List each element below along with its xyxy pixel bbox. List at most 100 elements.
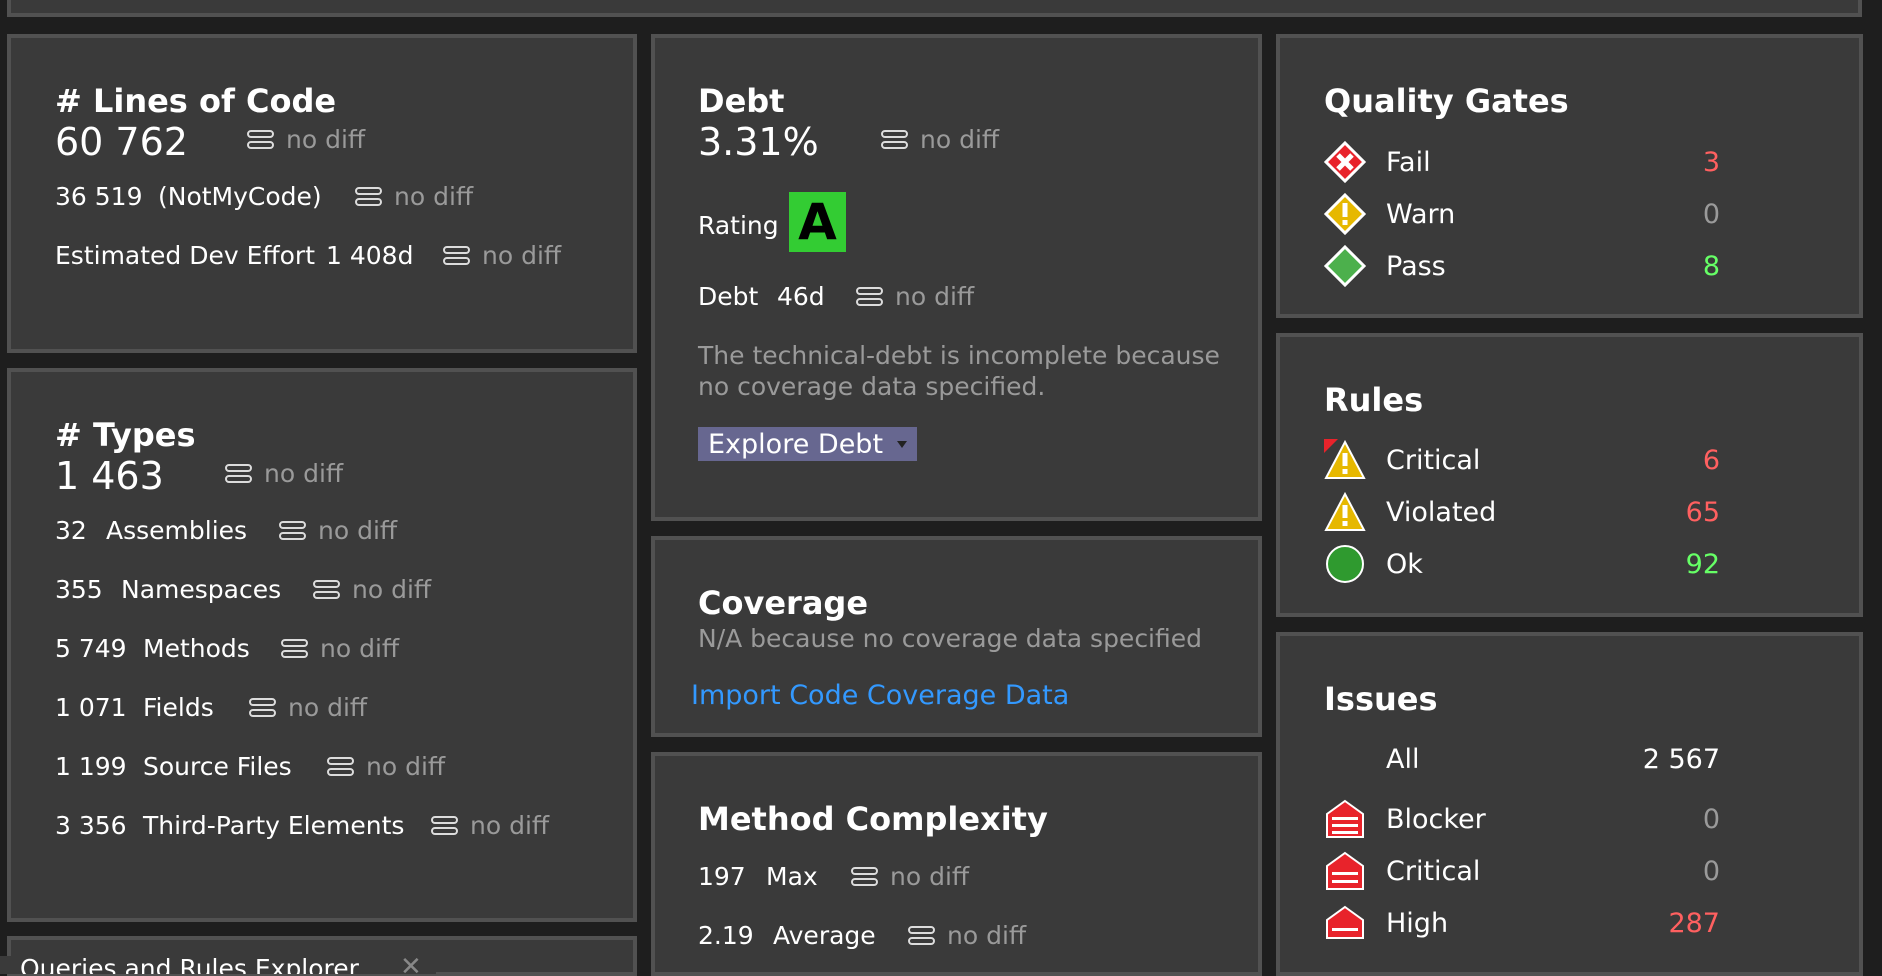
loc-value[interactable]: 60 762 <box>55 120 188 164</box>
complexity-max-diff: no diff <box>851 862 969 891</box>
issue-all-count[interactable]: 2 567 <box>1600 744 1720 775</box>
violated-rule-icon <box>1324 491 1366 531</box>
explore-debt-button[interactable]: Explore Debt <box>698 427 918 461</box>
issue-high-row[interactable]: High <box>1324 902 1448 944</box>
dropdown-caret-icon <box>897 440 908 448</box>
source-files-diff: no diff <box>327 752 445 781</box>
types-diff: no diff <box>225 459 343 488</box>
pass-icon <box>1324 245 1366 287</box>
rating-label: Rating <box>698 211 779 240</box>
tab-label: Queries and Rules Explorer <box>20 956 359 974</box>
types-panel: # Types 1 463 no diff 32 Assemblies no d… <box>7 368 637 922</box>
gate-warn-row[interactable]: Warn <box>1324 193 1455 235</box>
rating-badge[interactable]: A <box>789 192 846 252</box>
namespaces-value[interactable]: 355 <box>55 575 103 604</box>
top-panel <box>7 0 1862 17</box>
gate-fail-row[interactable]: Fail <box>1324 141 1431 183</box>
notmycode-value[interactable]: 36 519 <box>55 182 142 211</box>
critical-rule-icon <box>1324 439 1366 479</box>
effort-label: Estimated Dev Effort <box>55 241 316 270</box>
diff-icon <box>327 757 354 776</box>
third-party-label: Third-Party Elements <box>143 811 405 840</box>
coverage-note: N/A because no coverage data specified <box>698 624 1203 653</box>
issue-blocker-row[interactable]: Blocker <box>1324 798 1486 840</box>
diff-icon <box>247 130 274 149</box>
assemblies-value[interactable]: 32 <box>55 516 87 545</box>
panel-title: Coverage <box>698 584 869 622</box>
close-icon[interactable]: ✕ <box>400 956 422 974</box>
third-party-value[interactable]: 3 356 <box>55 811 127 840</box>
loc-diff: no diff <box>247 125 365 154</box>
debt-days[interactable]: 46d <box>777 282 825 311</box>
rule-violated-label: Violated <box>1386 496 1497 528</box>
issue-blocker-count[interactable]: 0 <box>1600 804 1720 835</box>
issue-critical-count[interactable]: 0 <box>1600 856 1720 887</box>
diff-icon <box>881 130 908 149</box>
gate-warn-count[interactable]: 0 <box>1600 199 1720 230</box>
issue-critical-label: Critical <box>1386 855 1481 887</box>
issues-panel: Issues All 2 567 Blocker 0 Critical 0 Hi… <box>1276 632 1863 976</box>
import-coverage-link[interactable]: Import Code Coverage Data <box>691 680 1069 711</box>
diff-icon <box>851 867 878 886</box>
blocker-issue-icon <box>1326 799 1364 838</box>
gate-pass-label: Pass <box>1386 250 1446 282</box>
debt-percent-diff: no diff <box>881 125 999 154</box>
gate-pass-count[interactable]: 8 <box>1600 251 1720 282</box>
debt-panel: Debt 3.31% no diff Rating A Debt 46d no … <box>651 34 1262 521</box>
panel-title: Quality Gates <box>1324 82 1569 120</box>
source-files-value[interactable]: 1 199 <box>55 752 127 781</box>
critical-issue-icon <box>1326 851 1364 890</box>
rule-critical-label: Critical <box>1386 444 1481 476</box>
gate-fail-count[interactable]: 3 <box>1600 147 1720 178</box>
coverage-panel: Coverage N/A because no coverage data sp… <box>651 536 1262 737</box>
debt-label: Debt <box>698 282 759 311</box>
fields-value[interactable]: 1 071 <box>55 693 127 722</box>
rule-violated-row[interactable]: Violated <box>1324 491 1496 533</box>
namespaces-diff: no diff <box>313 575 431 604</box>
issue-blocker-label: Blocker <box>1386 803 1486 835</box>
diff-icon <box>281 639 308 658</box>
rule-critical-count[interactable]: 6 <box>1600 445 1720 476</box>
fail-icon <box>1324 141 1366 183</box>
notmycode-label: (NotMyCode) <box>158 182 322 211</box>
effort-diff: no diff <box>443 241 561 270</box>
methods-label: Methods <box>143 634 250 663</box>
types-value[interactable]: 1 463 <box>55 454 164 498</box>
rule-ok-row[interactable]: Ok <box>1324 543 1423 585</box>
diff-icon <box>443 246 470 265</box>
diff-icon <box>249 698 276 717</box>
complexity-avg-value[interactable]: 2.19 <box>698 921 754 950</box>
complexity-max-value[interactable]: 197 <box>698 862 746 891</box>
complexity-avg-diff: no diff <box>908 921 1026 950</box>
effort-value[interactable]: 1 408d <box>326 241 413 270</box>
rules-panel: Rules Critical 6 Violated 65 Ok 92 <box>1276 333 1863 617</box>
method-complexity-panel: Method Complexity 197 Max no diff 2.19 A… <box>651 752 1262 976</box>
gate-warn-label: Warn <box>1386 198 1456 230</box>
gate-fail-label: Fail <box>1386 146 1431 178</box>
rule-violated-count[interactable]: 65 <box>1600 497 1720 528</box>
methods-diff: no diff <box>281 634 399 663</box>
methods-value[interactable]: 5 749 <box>55 634 127 663</box>
debt-percent[interactable]: 3.31% <box>698 120 819 164</box>
panel-title: Debt <box>698 82 785 120</box>
tab-queries-and-rules-explorer[interactable]: Queries and Rules Explorer ✕ <box>0 956 436 974</box>
rule-ok-label: Ok <box>1386 548 1423 580</box>
source-files-label: Source Files <box>143 752 292 781</box>
assemblies-label: Assemblies <box>106 516 248 545</box>
issue-all-row[interactable]: All <box>1386 744 1419 775</box>
rule-ok-count[interactable]: 92 <box>1600 549 1720 580</box>
debt-days-diff: no diff <box>856 282 974 311</box>
panel-title: # Lines of Code <box>55 82 337 120</box>
ok-rule-icon <box>1326 545 1364 583</box>
explore-debt-label: Explore Debt <box>708 428 884 460</box>
issue-critical-row[interactable]: Critical <box>1324 850 1480 892</box>
fields-diff: no diff <box>249 693 367 722</box>
warn-icon <box>1324 193 1366 235</box>
high-issue-icon <box>1326 905 1364 939</box>
quality-gates-panel: Quality Gates Fail 3 Warn 0 Pass 8 <box>1276 34 1863 318</box>
issue-high-count[interactable]: 287 <box>1600 908 1720 939</box>
rule-critical-row[interactable]: Critical <box>1324 439 1480 481</box>
issue-all-label: All <box>1386 744 1420 775</box>
panel-title: Rules <box>1324 381 1424 419</box>
gate-pass-row[interactable]: Pass <box>1324 245 1446 287</box>
